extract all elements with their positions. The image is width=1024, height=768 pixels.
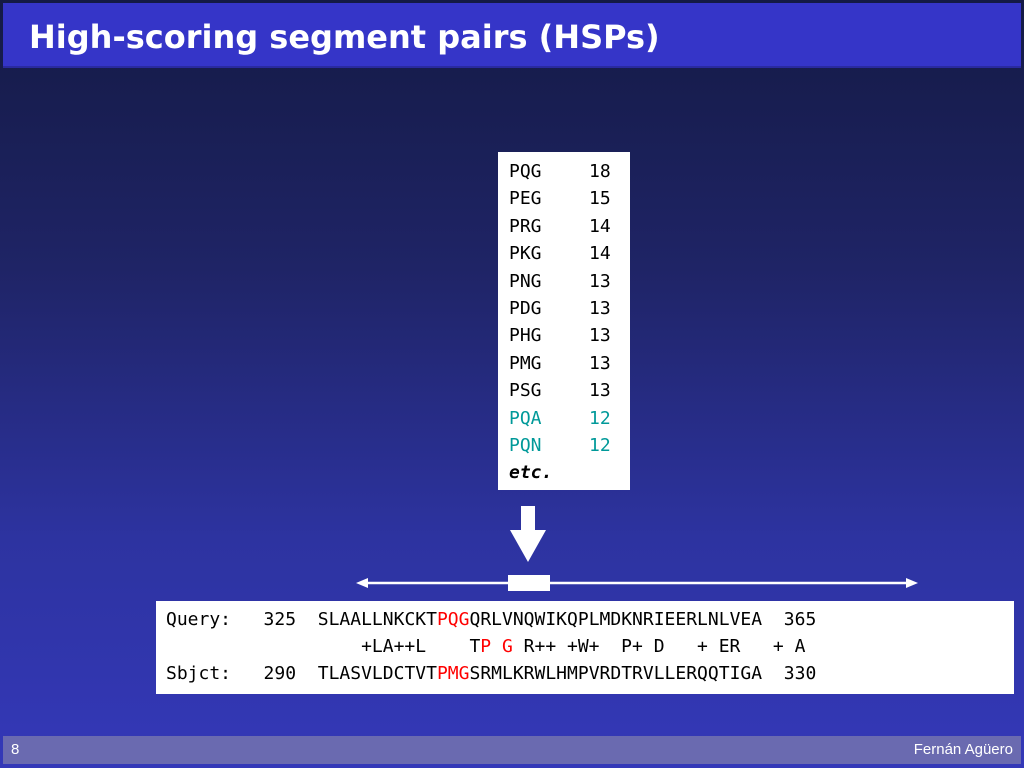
triplet-label: PDG xyxy=(509,297,542,319)
score-value: 13 xyxy=(589,270,611,292)
subject-end: 330 xyxy=(783,663,817,684)
score-row: PQG 18 xyxy=(509,158,630,185)
match-after: R++ +W+ P+ D + ER + A xyxy=(512,636,806,657)
score-value: 12 xyxy=(589,407,611,429)
word-score-list: PQG 18 PEG 15 PRG 14 PKG 14 PNG 13 PDG 13 PHG 13 PMG 13… xyxy=(498,152,630,490)
score-value: 13 xyxy=(589,380,611,402)
score-row: PNG 13 xyxy=(509,268,630,295)
query-row: Query: 325 SLAALLNKCKTPQGQRLVNQWIKQPLMDK… xyxy=(166,606,1014,633)
subject-seq-before: TLASVLDCTVT xyxy=(317,663,437,684)
subject-start: 290 xyxy=(263,663,297,684)
subject-row: Sbjct: 290 TLASVLDCTVTPMGSRMLKRWLHMPVRDT… xyxy=(166,660,1014,687)
alignment-box: Query: 325 SLAALLNKCKTPQGQRLVNQWIKQPLMDK… xyxy=(156,601,1014,694)
score-row: PRG 14 xyxy=(509,213,630,240)
triplet-label: PHG xyxy=(509,325,542,347)
triplet-label: PNG xyxy=(509,270,542,292)
query-seq-after: QRLVNQWIKQPLMDKNRIEERLNLVEA xyxy=(469,609,763,630)
triplet-label: PKG xyxy=(509,243,542,265)
query-start: 325 xyxy=(263,609,297,630)
score-row: PKG 14 xyxy=(509,240,630,267)
slide-title: High-scoring segment pairs (HSPs) xyxy=(29,18,660,56)
query-label: Query: xyxy=(166,609,232,630)
score-value: 13 xyxy=(589,325,611,347)
down-arrow-icon xyxy=(510,506,546,562)
score-value: 15 xyxy=(589,188,611,210)
triplet-label: PQA xyxy=(509,407,542,429)
match-hit: P G xyxy=(480,636,513,657)
score-row: PQA 12 xyxy=(509,405,630,432)
triplet-label: PMG xyxy=(509,352,542,374)
query-seq-hit: PQG xyxy=(436,609,470,630)
match-before: +LA++L T xyxy=(361,636,481,657)
subject-label: Sbjct: xyxy=(166,663,232,684)
subject-seq-hit: PMG xyxy=(436,663,470,684)
score-value: 18 xyxy=(589,161,611,182)
title-bar: High-scoring segment pairs (HSPs) xyxy=(3,3,1021,68)
score-row: PMG 13 xyxy=(509,350,630,377)
score-row: PSG 13 xyxy=(509,377,630,404)
triplet-label: PRG xyxy=(509,215,542,237)
score-value: 13 xyxy=(589,352,611,374)
author-name: Fernán Agüero xyxy=(913,741,1013,758)
match-row: +LA++L TP G R++ +W+ P+ D + ER + A xyxy=(166,633,1014,660)
score-row: PEG 15 xyxy=(509,185,630,212)
slide-number: 8 xyxy=(11,741,20,758)
triplet-label: PSG xyxy=(509,380,542,402)
triplet-label: PQN xyxy=(509,434,542,456)
triplet-label: PEG xyxy=(509,188,542,210)
score-value: 14 xyxy=(589,215,611,237)
score-value: 12 xyxy=(589,434,611,456)
double-headed-arrow-icon xyxy=(356,575,918,591)
triplet-label: PQG xyxy=(509,161,542,182)
subject-seq-after: SRMLKRWLHMPVRDTRVLLERQQTIGA xyxy=(469,663,763,684)
etc-label: etc. xyxy=(509,462,553,484)
query-end: 365 xyxy=(783,609,817,630)
score-value: 14 xyxy=(589,243,611,265)
score-row: PDG 13 xyxy=(509,295,630,322)
query-seq-before: SLAALLNKCKT xyxy=(317,609,437,630)
footer-bar: 8 Fernán Agüero xyxy=(3,736,1021,764)
score-row: PQN 12 xyxy=(509,432,630,459)
score-value: 13 xyxy=(589,297,611,319)
score-row: PHG 13 xyxy=(509,322,630,349)
